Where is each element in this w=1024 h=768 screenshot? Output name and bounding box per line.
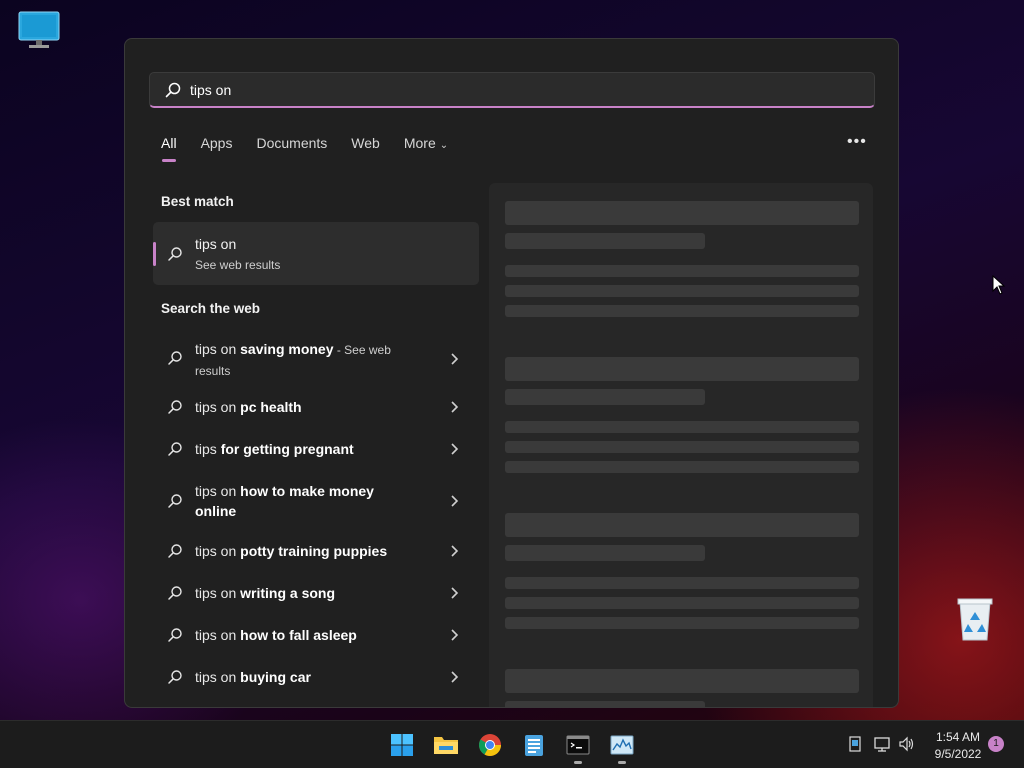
loading-placeholder (505, 305, 859, 317)
search-icon (168, 628, 182, 642)
running-indicator (574, 761, 582, 764)
volume-icon[interactable] (898, 735, 916, 753)
start-button[interactable] (386, 729, 418, 761)
search-panel: All Apps Documents Web More⌄ ••• Best ma… (124, 38, 899, 708)
web-result-item[interactable]: tips on potty training puppies (153, 531, 479, 571)
notepad-icon (525, 735, 543, 756)
loading-placeholder (505, 513, 859, 537)
tab-apps[interactable]: Apps (201, 135, 233, 151)
search-icon (168, 400, 182, 414)
device-icon[interactable] (846, 735, 864, 753)
chevron-right-icon (451, 671, 459, 683)
tab-documents[interactable]: Documents (256, 135, 327, 151)
chevron-right-icon (451, 401, 459, 413)
chevron-down-icon: ⌄ (439, 140, 449, 151)
search-web-heading: Search the web (161, 301, 261, 316)
file-explorer-icon (434, 737, 458, 754)
best-match-item[interactable]: tips on See web results (153, 222, 479, 285)
chevron-right-icon (451, 495, 459, 507)
search-box[interactable] (149, 72, 875, 108)
web-result-text: tips on saving money - See web results (195, 341, 391, 378)
notification-badge[interactable]: 1 (988, 736, 1004, 752)
web-result-text: tips on potty training puppies (195, 543, 388, 559)
loading-placeholder (505, 441, 859, 453)
more-options-button[interactable]: ••• (847, 133, 867, 151)
web-result-item[interactable]: tips on writing a song (153, 573, 479, 613)
chrome-icon (479, 734, 501, 756)
web-result-item[interactable]: tips on saving money - See web results (153, 329, 479, 387)
web-result-text: tips for getting pregnant (195, 441, 354, 457)
web-result-item[interactable]: tips for getting pregnant (153, 429, 479, 469)
tab-more[interactable]: More ⌄ (404, 135, 448, 151)
loading-placeholder (505, 285, 859, 297)
best-match-subtitle: See web results (195, 258, 281, 272)
recycle-bin-icon[interactable] (955, 596, 995, 642)
web-result-text: tips on how to fall asleep (195, 627, 357, 643)
notepad-button[interactable] (518, 729, 550, 761)
loading-placeholder (505, 545, 705, 561)
clock-time: 1:54 AM (935, 730, 981, 744)
loading-placeholder (505, 669, 859, 693)
search-icon (168, 351, 182, 365)
chevron-right-icon (451, 443, 459, 455)
web-result-text: tips on buying car (195, 669, 311, 685)
search-icon (168, 544, 182, 558)
this-pc-icon[interactable] (17, 10, 61, 50)
selection-indicator (153, 242, 156, 266)
taskbar: 1:54 AM 9/5/2022 (0, 720, 1024, 768)
file-explorer-button[interactable] (430, 729, 462, 761)
search-icon (168, 670, 182, 684)
search-icon (168, 442, 182, 456)
chevron-right-icon (451, 629, 459, 641)
chevron-right-icon (451, 353, 459, 365)
preview-pane (489, 183, 873, 707)
loading-placeholder (505, 389, 705, 405)
chevron-right-icon (451, 587, 459, 599)
loading-placeholder (505, 201, 859, 225)
filter-tabs: All Apps Documents Web More ⌄ (161, 135, 472, 162)
loading-placeholder (505, 233, 705, 249)
loading-placeholder (505, 357, 859, 381)
web-result-item[interactable]: tips on pc health (153, 387, 479, 427)
tab-all[interactable]: All (161, 135, 177, 162)
system-clock[interactable]: 1:54 AM 9/5/2022 (925, 729, 991, 763)
loading-placeholder (505, 265, 859, 277)
mouse-cursor-icon (992, 275, 1006, 295)
best-match-title: tips on (195, 236, 237, 252)
terminal-icon (566, 735, 590, 755)
loading-placeholder (505, 421, 859, 433)
tab-web[interactable]: Web (351, 135, 380, 151)
web-result-item[interactable]: tips on how to make money online (153, 471, 479, 531)
running-indicator (618, 761, 626, 764)
loading-placeholder (505, 701, 705, 707)
search-icon (168, 494, 182, 508)
web-result-item[interactable]: tips on how to fall asleep (153, 615, 479, 655)
loading-placeholder (505, 461, 859, 473)
web-result-text: tips on writing a song (195, 585, 336, 601)
tab-more-label: More (403, 135, 436, 151)
web-result-text: tips on how to make money online (195, 483, 374, 519)
task-manager-icon (610, 735, 634, 755)
loading-placeholder (505, 577, 859, 589)
chrome-button[interactable] (474, 729, 506, 761)
start-icon (391, 734, 413, 756)
chevron-right-icon (451, 545, 459, 557)
search-icon (168, 247, 182, 261)
task-manager-button[interactable] (606, 729, 638, 764)
loading-placeholder (505, 617, 859, 629)
network-icon[interactable] (873, 735, 891, 753)
search-icon (165, 82, 181, 97)
loading-placeholder (505, 597, 859, 609)
search-input[interactable] (190, 81, 830, 98)
clock-date: 9/5/2022 (934, 747, 982, 761)
web-result-text: tips on pc health (195, 399, 302, 415)
terminal-button[interactable] (562, 729, 594, 764)
best-match-heading: Best match (161, 194, 234, 209)
search-icon (168, 586, 182, 600)
web-result-item[interactable]: tips on buying car (153, 657, 479, 697)
